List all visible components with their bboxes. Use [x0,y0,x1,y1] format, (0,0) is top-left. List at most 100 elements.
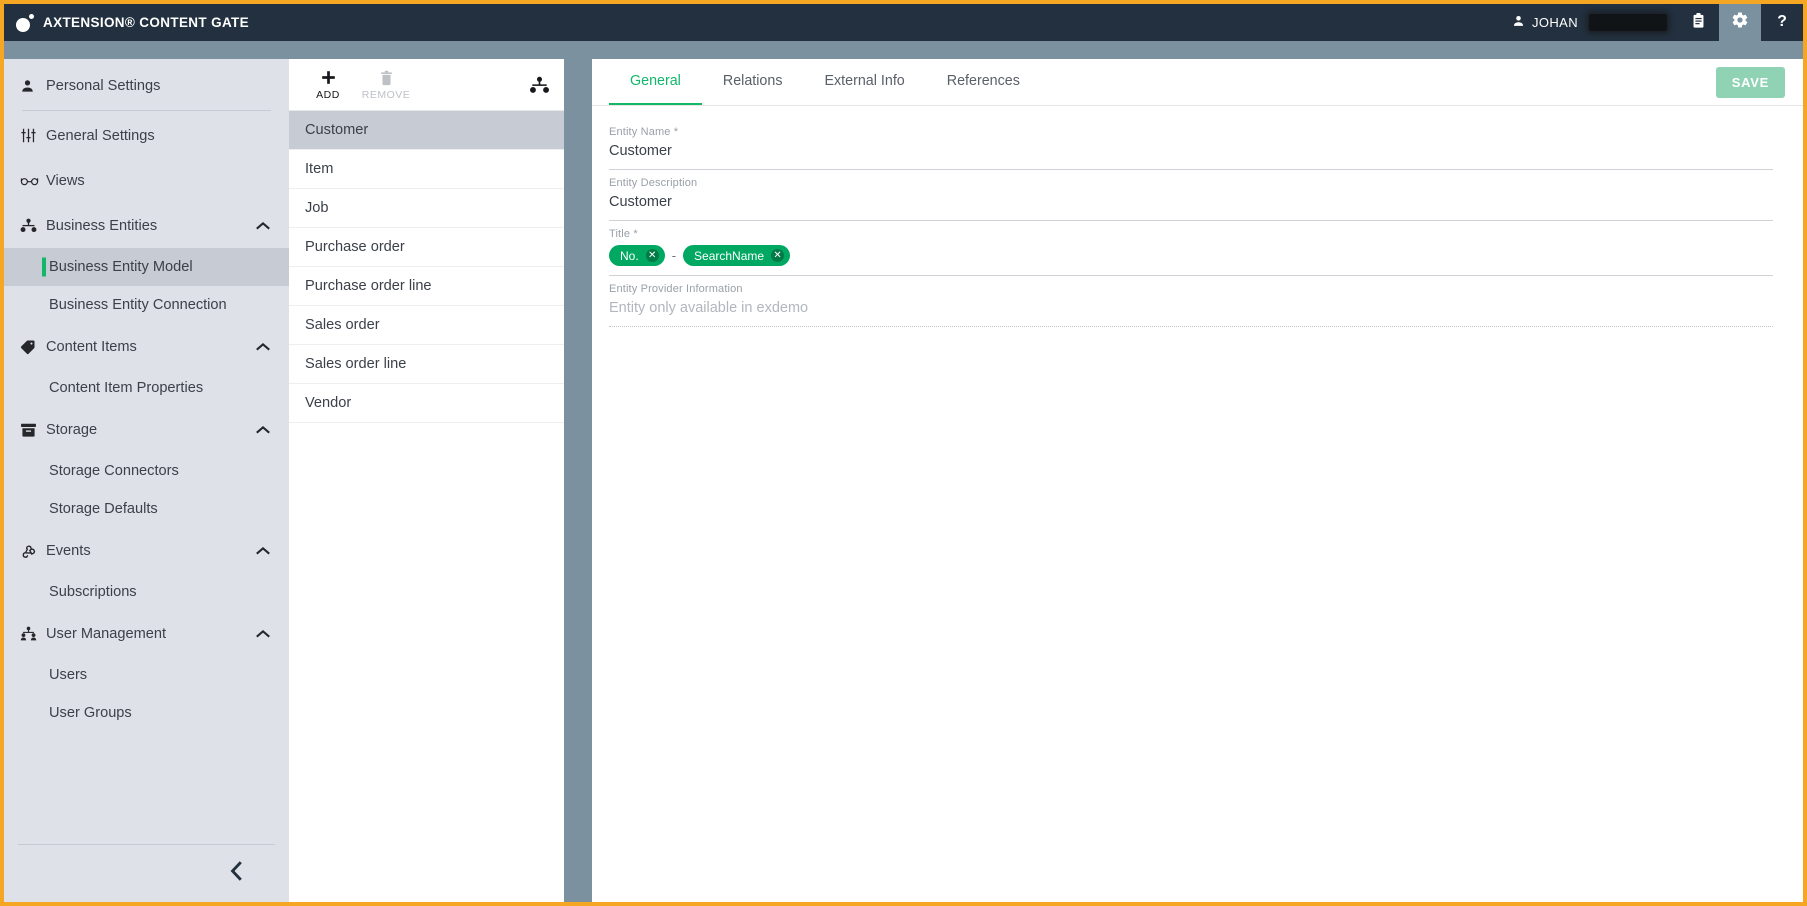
list-item[interactable]: Purchase order line [289,267,564,306]
chip-label: No. [620,248,639,263]
entity-list-panel: ADD REMOVE Customer Item Job Purchase or… [289,59,564,902]
entity-provider-information-label: Entity Provider Information [609,283,743,295]
sidebar-item-personal-settings[interactable]: Personal Settings [4,63,289,108]
entity-description-input[interactable]: Customer [609,194,1773,221]
webhook-icon [20,542,46,559]
sidebar-item-business-entities[interactable]: Business Entities [4,203,289,248]
list-item[interactable]: Vendor [289,384,564,423]
tab-external-info[interactable]: External Info [803,59,925,105]
sidebar-item-label: Content Items [46,338,137,355]
tab-bar: General Relations External Info Referenc… [592,59,1803,106]
entity-provider-information-field: Entity Provider Information Entity only … [609,283,1773,327]
sidebar-item-label: Business Entities [46,217,158,234]
brand: AXTENSION® CONTENT GATE [4,13,250,32]
top-bar-actions: JOHAN ? [1506,4,1803,41]
user-name: JOHAN [1531,15,1578,30]
sidebar-item-business-entity-model[interactable]: Business Entity Model [4,248,289,286]
entity-name-input[interactable]: Customer [609,143,1773,170]
sidebar-item-users[interactable]: Users [4,656,289,694]
tab-general[interactable]: General [609,59,702,105]
chevron-left-icon [228,860,245,887]
list-item[interactable]: Purchase order [289,228,564,267]
clipboard-icon [1690,11,1707,35]
general-form: Entity Name * Customer Entity Descriptio… [592,106,1803,327]
list-item[interactable]: Item [289,150,564,189]
entity-name-label: Entity Name * [609,126,679,138]
remove-button[interactable]: REMOVE [357,69,415,101]
chip-no[interactable]: No. ✕ [609,245,665,266]
title-chips[interactable]: No. ✕ - SearchName ✕ [609,245,1773,276]
list-item[interactable]: Customer [289,111,564,150]
sidebar-item-storage-connectors[interactable]: Storage Connectors [4,452,289,490]
person-icon [20,78,46,94]
sidebar-item-label: Business Entity Model [49,259,193,275]
chip-searchname[interactable]: SearchName ✕ [683,245,791,266]
sidebar-item-label: Personal Settings [46,77,161,94]
trash-icon [380,69,393,87]
entity-list-toolbar: ADD REMOVE [289,59,564,111]
sidebar-item-label: Users [49,667,88,683]
clipboard-button[interactable] [1677,4,1719,41]
tab-relations[interactable]: Relations [702,59,804,105]
sliders-icon [20,127,46,144]
help-icon: ? [1773,11,1791,35]
list-item[interactable]: Job [289,189,564,228]
svg-text:?: ? [1777,12,1787,29]
add-button[interactable]: ADD [299,69,357,101]
save-button[interactable]: SAVE [1715,66,1785,98]
gear-icon [1731,11,1749,34]
sidebar-item-user-groups[interactable]: User Groups [4,694,289,732]
list-item[interactable]: Sales order line [289,345,564,384]
axtension-logo-icon [16,13,34,32]
sidebar-item-label: Storage Defaults [49,501,158,517]
sidebar-item-label: User Management [46,625,167,642]
sidebar-item-label: Events [46,542,91,559]
entity-node-icon[interactable] [529,76,550,94]
body: Personal Settings General Settings Views… [4,41,1803,902]
app-title: AXTENSION® CONTENT GATE [43,15,250,30]
sidebar: Personal Settings General Settings Views… [4,59,289,902]
chip-remove-icon[interactable]: ✕ [645,249,659,262]
sidebar-item-content-items[interactable]: Content Items [4,324,289,369]
plus-icon [321,69,336,87]
user-name-redacted [1589,14,1667,31]
sidebar-item-label: Storage Connectors [49,463,179,479]
chip-label: SearchName [694,248,765,263]
chevron-up-icon [255,342,271,352]
sidebar-item-label: User Groups [49,705,132,721]
sidebar-collapse-button[interactable] [228,860,245,887]
sidebar-footer [18,844,275,902]
sidebar-item-subscriptions[interactable]: Subscriptions [4,573,289,611]
tag-icon [20,339,46,355]
entity-node-icon [20,218,46,233]
chevron-up-icon [255,546,271,556]
sidebar-scroll: Personal Settings General Settings Views… [4,59,289,844]
chip-remove-icon[interactable]: ✕ [771,249,785,262]
sidebar-item-business-entity-connection[interactable]: Business Entity Connection [4,286,289,324]
list-item[interactable]: Sales order [289,306,564,345]
sidebar-item-user-management[interactable]: User Management [4,611,289,656]
chevron-up-icon [255,629,271,639]
sidebar-item-label: Content Item Properties [49,380,204,396]
user-menu[interactable]: JOHAN [1506,4,1677,41]
avatar-icon [1512,14,1525,31]
settings-button[interactable] [1719,4,1761,41]
sidebar-item-views[interactable]: Views [4,158,289,203]
glasses-icon [20,174,46,188]
tab-references[interactable]: References [926,59,1041,105]
entity-provider-information-value: Entity only available in exdemo [609,300,1773,327]
sidebar-divider [22,110,271,111]
sidebar-item-general-settings[interactable]: General Settings [4,113,289,158]
users-group-icon [20,626,46,641]
detail-panel: General Relations External Info Referenc… [592,59,1803,902]
archive-icon [20,422,46,438]
sidebar-item-storage-defaults[interactable]: Storage Defaults [4,490,289,528]
sidebar-item-label: Storage [46,421,98,438]
entity-description-field: Entity Description Customer [609,177,1773,221]
sidebar-item-storage[interactable]: Storage [4,407,289,452]
entity-list: Customer Item Job Purchase order Purchas… [289,111,564,902]
sidebar-item-events[interactable]: Events [4,528,289,573]
help-button[interactable]: ? [1761,4,1803,41]
sidebar-item-content-item-properties[interactable]: Content Item Properties [4,369,289,407]
chevron-up-icon [255,425,271,435]
